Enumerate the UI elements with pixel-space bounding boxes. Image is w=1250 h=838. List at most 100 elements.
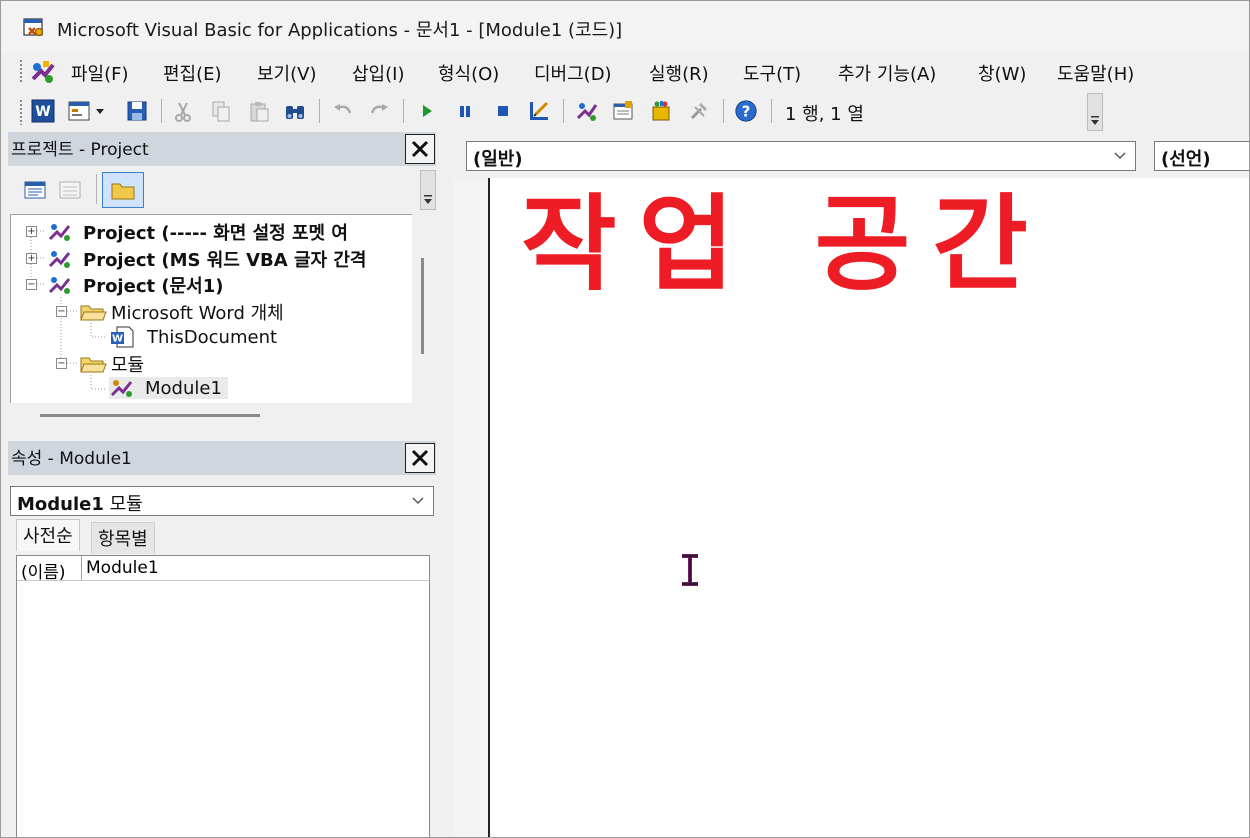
- vba-project-icon: [48, 277, 71, 294]
- collapse-modules[interactable]: −: [56, 358, 67, 369]
- tree-item-label: Module1: [145, 377, 222, 399]
- procedure-combo[interactable]: (선언): [1154, 141, 1249, 171]
- tree-item-label: Microsoft Word 개체: [111, 303, 284, 324]
- toolbar-grip[interactable]: [19, 99, 23, 125]
- help-icon[interactable]: ?: [734, 99, 758, 123]
- project-pane-close-button[interactable]: [405, 134, 435, 164]
- expand-project-1[interactable]: +: [26, 226, 37, 237]
- tree-item-thisdocument[interactable]: W ThisDocument: [109, 325, 277, 349]
- vba-editor-window: Microsoft Visual Basic for Applications …: [0, 0, 1250, 838]
- tree-item-word-objects[interactable]: Microsoft Word 개체: [79, 299, 284, 325]
- scrollbar-thumb[interactable]: [40, 414, 260, 417]
- property-row[interactable]: (이름) Module1: [17, 556, 429, 583]
- run-icon[interactable]: [415, 99, 439, 123]
- expand-project-2[interactable]: +: [26, 253, 37, 264]
- object-select[interactable]: Module1 모듈: [10, 486, 434, 516]
- word-icon[interactable]: W: [31, 99, 55, 123]
- design-mode-icon[interactable]: [527, 99, 551, 123]
- toggle-folders-button[interactable]: [102, 172, 144, 208]
- chevron-down-icon: [412, 497, 424, 505]
- tree-item-label: 모듈: [111, 355, 145, 376]
- break-icon[interactable]: [453, 99, 477, 123]
- tab-categorized[interactable]: 항목별: [91, 522, 155, 554]
- cursor-position-text: 1 행, 1 열: [785, 104, 864, 125]
- view-code-icon[interactable]: [23, 178, 47, 202]
- vba-app-icon: [23, 18, 43, 36]
- menu-run[interactable]: 실행(R): [649, 60, 709, 86]
- folder-icon: [111, 183, 135, 200]
- redo-icon[interactable]: [367, 99, 391, 123]
- svg-text:W: W: [112, 334, 123, 345]
- open-folder-icon: [80, 305, 107, 321]
- tab-alphabetic[interactable]: 사전순: [16, 519, 80, 551]
- menu-file[interactable]: 파일(F): [71, 60, 129, 86]
- property-divider: [81, 556, 82, 580]
- reset-icon[interactable]: [491, 99, 515, 123]
- procedure-combo-value: (선언): [1161, 149, 1211, 170]
- tree-item-label: ThisDocument: [147, 326, 278, 348]
- project-tree-vertical-scrollbar[interactable]: [412, 214, 434, 404]
- tree-item-module1[interactable]: Module1: [109, 377, 228, 399]
- menu-debug[interactable]: 디버그(D): [534, 60, 612, 86]
- property-name: (이름): [21, 563, 66, 583]
- toolbar-separator: [563, 99, 564, 123]
- vba-project-icon: [48, 224, 71, 241]
- menu-addins[interactable]: 추가 기능(A): [838, 60, 936, 86]
- tree-item-project-3[interactable]: Project (문서1): [47, 272, 223, 298]
- find-icon[interactable]: [283, 99, 307, 123]
- menu-bar: 파일(F) 편집(E) 보기(V) 삽입(I) 형식(O) 디버그(D) 실행(…: [1, 51, 1249, 91]
- properties-grid: (이름) Module1: [16, 555, 430, 837]
- insert-userform-icon[interactable]: [67, 99, 91, 123]
- copy-icon[interactable]: [209, 99, 233, 123]
- collapse-word-objects[interactable]: −: [56, 306, 67, 317]
- view-object-icon[interactable]: [58, 178, 82, 202]
- text-cursor-icon: [682, 554, 698, 586]
- property-value[interactable]: Module1: [86, 558, 159, 578]
- menu-view[interactable]: 보기(V): [257, 60, 316, 86]
- menubar-grip[interactable]: [19, 59, 23, 83]
- menu-tools[interactable]: 도구(T): [743, 60, 801, 86]
- properties-pane-close-button[interactable]: [405, 443, 435, 473]
- properties-pane-header: 속성 - Module1: [8, 441, 436, 475]
- tree-item-project-2[interactable]: Project (MS 워드 VBA 글자 간격: [47, 246, 366, 272]
- save-icon[interactable]: [125, 99, 149, 123]
- menu-insert[interactable]: 삽입(I): [352, 60, 404, 86]
- project-tree: + + − − − Project (----- 화면 설정 포멧 여 Proj…: [10, 214, 414, 404]
- standard-toolbar: W ? 1 행, 1 열: [1, 91, 1103, 131]
- svg-text:?: ?: [742, 104, 751, 121]
- vba-logo-icon[interactable]: [29, 59, 57, 85]
- toolbar-separator: [771, 99, 772, 123]
- scrollbar-thumb[interactable]: [421, 258, 424, 354]
- tree-item-project-1[interactable]: Project (----- 화면 설정 포멧 여: [47, 219, 348, 245]
- object-select-value: Module1 모듈: [17, 494, 143, 515]
- menu-edit[interactable]: 편집(E): [163, 60, 222, 86]
- toolbar-separator: [319, 99, 320, 123]
- code-window-header: (일반) (선언): [446, 136, 1249, 174]
- window-title: Microsoft Visual Basic for Applications …: [57, 20, 623, 41]
- toolbar-separator: [96, 174, 97, 204]
- menu-format[interactable]: 형식(O): [438, 60, 499, 86]
- properties-pane-title: 속성 - Module1: [11, 449, 132, 469]
- dropdown-arrow-icon[interactable]: [94, 99, 106, 123]
- code-margin-indicator-bar[interactable]: [454, 178, 490, 837]
- project-explorer-icon[interactable]: [575, 99, 599, 123]
- paste-icon[interactable]: [247, 99, 271, 123]
- cut-icon[interactable]: [171, 99, 195, 123]
- close-icon: [411, 449, 429, 467]
- toolbar-overflow-button[interactable]: [1087, 93, 1103, 131]
- menu-help[interactable]: 도움말(H): [1057, 60, 1134, 86]
- toolbox-icon[interactable]: [687, 99, 711, 123]
- project-pane-title: 프로젝트 - Project: [11, 140, 149, 160]
- menu-window[interactable]: 창(W): [978, 60, 1026, 86]
- properties-window-icon[interactable]: [611, 99, 635, 123]
- tree-item-modules[interactable]: 모듈: [79, 351, 144, 377]
- word-document-icon: W: [111, 326, 134, 348]
- project-tree-horizontal-scrollbar[interactable]: [10, 403, 436, 429]
- project-pane-toolbar: [8, 168, 436, 212]
- collapse-project-3[interactable]: −: [26, 279, 37, 290]
- object-combo[interactable]: (일반): [466, 141, 1136, 171]
- undo-icon[interactable]: [331, 99, 355, 123]
- object-browser-icon[interactable]: [649, 99, 673, 123]
- project-toolbar-overflow[interactable]: [420, 170, 436, 210]
- tree-item-label: Project (문서1): [83, 276, 224, 297]
